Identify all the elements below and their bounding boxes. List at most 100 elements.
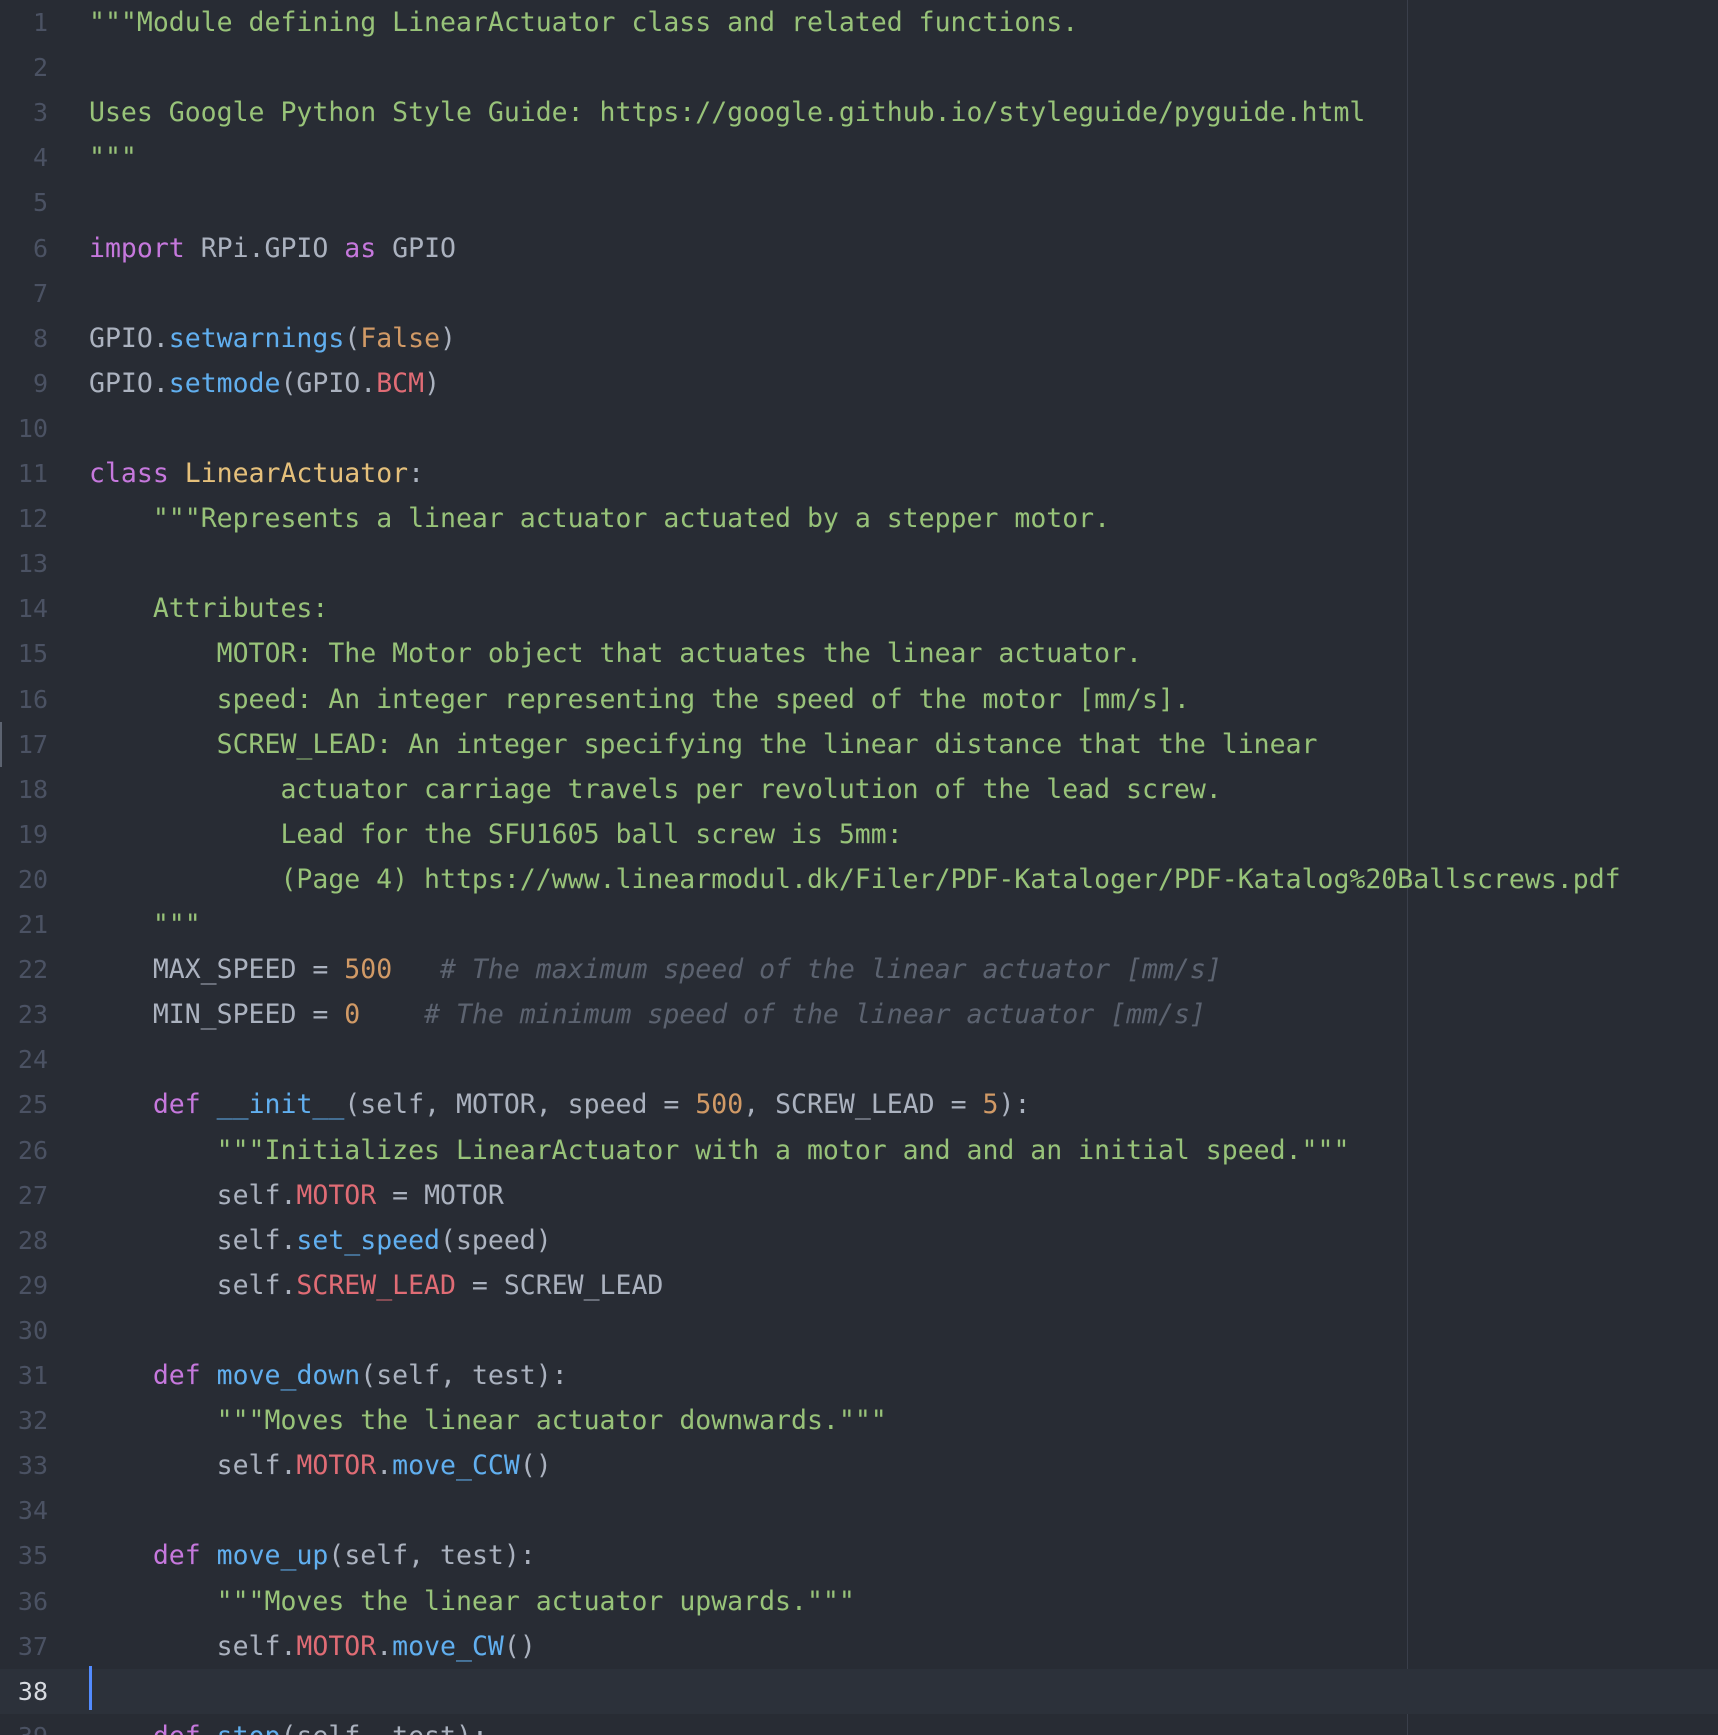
code-token: MOTOR (296, 1179, 377, 1211)
line-code: """Moves the linear actuator upwards.""" (89, 1579, 1718, 1624)
code-line[interactable]: 38 (0, 1668, 1718, 1714)
code-token: move_CCW (392, 1450, 520, 1482)
code-token: ) (424, 367, 441, 399)
line-code: GPIO.setwarnings(False) (89, 316, 1718, 361)
code-line[interactable]: 15 MOTOR: The Motor object that actuates… (0, 631, 1718, 676)
code-line[interactable]: 19 Lead for the SFU1605 ball screw is 5m… (0, 812, 1718, 857)
code-token: BCM (376, 367, 425, 399)
code-line[interactable]: 33 self.MOTOR.move_CCW() (0, 1443, 1718, 1488)
code-token: False (360, 322, 441, 354)
code-token: RPi.GPIO (184, 232, 345, 264)
line-code: """Module defining LinearActuator class … (89, 0, 1718, 45)
line-code: def move_up(self, test): (89, 1533, 1718, 1578)
code-token: 0 (344, 999, 361, 1031)
code-line[interactable]: 24 (0, 1037, 1718, 1082)
line-code: self.SCREW_LEAD = SCREW_LEAD (89, 1263, 1718, 1308)
code-line[interactable]: 2 (0, 45, 1718, 90)
code-line[interactable]: 16 speed: An integer representing the sp… (0, 677, 1718, 722)
code-line[interactable]: 4 """ (0, 135, 1718, 180)
code-line[interactable]: 11 class LinearActuator: (0, 451, 1718, 496)
code-line[interactable]: 7 (0, 271, 1718, 316)
code-token: MOTOR: The Motor object that actuates th… (89, 638, 1142, 670)
code-line[interactable]: 25 def __init__(self, MOTOR, speed = 500… (0, 1082, 1718, 1127)
line-number: 26 (17, 1135, 48, 1165)
line-code: SCREW_LEAD: An integer specifying the li… (89, 722, 1718, 767)
line-number: 28 (17, 1225, 48, 1255)
code-line[interactable]: 27 self.MOTOR = MOTOR (0, 1173, 1718, 1218)
code-token: move_CW (392, 1630, 504, 1662)
code-line[interactable]: 36 """Moves the linear actuator upwards.… (0, 1579, 1718, 1624)
code-token: class (89, 458, 169, 489)
code-token: . (376, 1630, 393, 1662)
code-line[interactable]: 29 self.SCREW_LEAD = SCREW_LEAD (0, 1263, 1718, 1308)
code-token: self. (89, 1269, 297, 1301)
code-token: """ (89, 909, 201, 940)
line-number: 21 (17, 910, 48, 939)
code-token: """Moves the linear actuator upwards.""" (216, 1585, 855, 1617)
line-number: 33 (17, 1451, 48, 1481)
line-code: self.MOTOR = MOTOR (89, 1173, 1718, 1218)
line-code: self.MOTOR.move_CCW() (89, 1443, 1718, 1488)
line-code: MOTOR: The Motor object that actuates th… (89, 631, 1718, 676)
line-number: 5 (32, 188, 48, 218)
code-line[interactable]: 26 """Initializes LinearActuator with a … (0, 1128, 1718, 1173)
line-number: 30 (17, 1315, 48, 1345)
line-number: 11 (17, 459, 48, 488)
code-token: ( (344, 322, 361, 354)
code-token: . (376, 1450, 393, 1482)
line-code: """ (89, 902, 1718, 947)
line-number: 39 (0, 1714, 48, 1735)
line-number: 3 (32, 98, 48, 128)
code-line[interactable]: 9 GPIO.setmode(GPIO.BCM) (0, 361, 1718, 406)
text-caret (89, 1666, 92, 1710)
code-line[interactable]: 22 MAX_SPEED = 500 # The maximum speed o… (0, 947, 1718, 992)
code-token: (self, test): (281, 1721, 488, 1735)
code-line[interactable]: 28 self.set_speed(speed) (0, 1218, 1718, 1263)
code-token: actuator carriage travels per revolution… (89, 773, 1222, 805)
line-number: 2 (32, 53, 48, 83)
code-line[interactable]: 18 actuator carriage travels per revolut… (0, 767, 1718, 812)
line-code: """ (89, 135, 1718, 180)
code-line[interactable]: 10 (0, 406, 1718, 451)
code-line[interactable]: 37 self.MOTOR.move_CW() (0, 1624, 1718, 1669)
line-number: 6 (32, 233, 48, 263)
code-line[interactable]: 17 SCREW_LEAD: An integer specifying the… (0, 722, 1718, 767)
code-token: """ (89, 142, 137, 174)
code-line[interactable]: 39 def stop(self, test): (0, 1714, 1718, 1735)
code-line[interactable]: 5 (0, 180, 1718, 225)
code-line[interactable]: 14 Attributes: (0, 586, 1718, 631)
code-line[interactable]: 35 def move_up(self, test): (0, 1533, 1718, 1578)
code-token: __init__ (216, 1089, 345, 1121)
line-number: 4 (32, 143, 48, 173)
code-line[interactable]: 3 Uses Google Python Style Guide: https:/… (0, 90, 1718, 135)
code-token: stop (217, 1721, 281, 1735)
code-line[interactable]: 23 MIN_SPEED = 0 # The minimum speed of … (0, 992, 1718, 1037)
code-line[interactable]: 13 (0, 541, 1718, 586)
code-line[interactable]: 21 """ (0, 902, 1718, 947)
code-token: """Moves the linear actuator downwards."… (216, 1405, 887, 1437)
code-line[interactable]: 32 """Moves the linear actuator downward… (0, 1398, 1718, 1443)
code-token: () (519, 1450, 552, 1482)
code-editor[interactable]: 1 """Module defining LinearActuator class… (0, 0, 1718, 1735)
code-token: SCREW_LEAD (296, 1269, 456, 1301)
code-line[interactable]: 1 """Module defining LinearActuator class… (0, 0, 1718, 45)
code-line[interactable]: 8 GPIO.setwarnings(False) (0, 316, 1718, 361)
code-token: set_speed (296, 1224, 441, 1256)
code-line[interactable]: 20 (Page 4) https://www.linearmodul.dk/F… (0, 857, 1718, 902)
code-token: MAX_SPEED = (89, 954, 345, 986)
code-line[interactable]: 34 (0, 1488, 1718, 1533)
line-code: GPIO.setmode(GPIO.BCM) (89, 361, 1718, 406)
code-token: self. (89, 1224, 297, 1256)
line-number: 36 (17, 1586, 48, 1616)
code-line[interactable]: 6 import RPi.GPIO as GPIO (0, 226, 1718, 271)
code-line[interactable]: 30 (0, 1308, 1718, 1353)
code-token: setwarnings (168, 322, 345, 354)
line-code: self.MOTOR.move_CW() (89, 1624, 1718, 1669)
code-line[interactable]: 12 """Represents a linear actuator actua… (0, 496, 1718, 541)
code-line[interactable]: 31 def move_down(self, test): (0, 1353, 1718, 1398)
